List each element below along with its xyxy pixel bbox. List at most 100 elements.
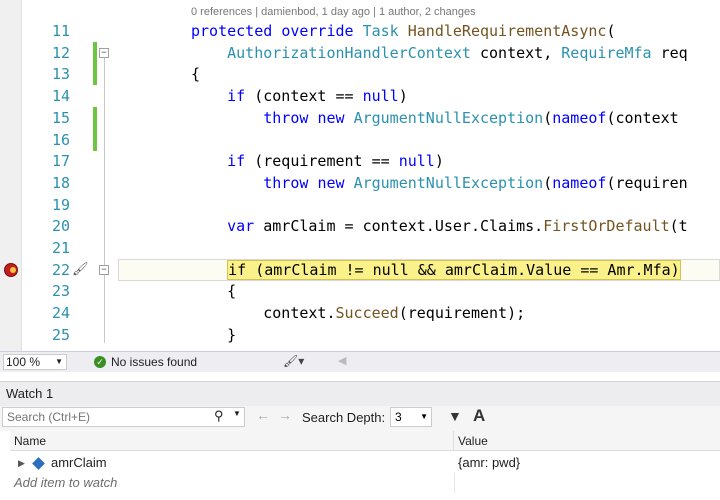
code-token: { [191,65,201,84]
code-line[interactable]: 22 − if (amrClaim != null && amrClaim.Val… [0,259,720,281]
code-token: override [281,22,354,40]
code-line[interactable]: 17 if (requirement == null) [0,150,720,172]
code-token: ( [606,22,616,40]
scroll-left-arrow-icon[interactable]: ◀ [338,354,346,367]
code-token: Task [362,22,399,40]
watch-search-input[interactable] [2,407,245,427]
issues-status[interactable]: No issues found [111,355,197,369]
code-text[interactable]: throw new ArgumentNullException(nameof(c… [191,107,679,129]
watch-grid: Name Value ▶ amrClaim {amr: pwd} Add ite… [0,431,720,500]
code-token: FirstOrDefault [543,217,670,236]
codelens-info[interactable]: 0 references | damienbod, 1 day ago | 1 … [191,6,476,18]
chevron-down-icon: ▼ [55,357,63,366]
code-line[interactable]: 24 context.Succeed(requirement); [0,302,720,324]
watch-toolbar: ⚲ ▼ ← → Search Depth: 3 ▼ ▼ A [0,406,720,429]
code-token: context. [191,304,336,323]
breakpoint-current-statement-icon[interactable] [4,263,18,277]
code-line[interactable]: 19 [0,194,720,216]
watch-title-bar[interactable]: Watch 1 [0,381,720,406]
code-text[interactable]: var amrClaim = context.User.Claims.First… [191,215,688,237]
line-number: 23 [51,282,70,301]
code-text[interactable]: if (requirement == null) [191,150,444,172]
watch-variable-value[interactable]: {amr: pwd} [458,453,520,473]
code-token: (t [669,217,688,236]
code-token: (requiren [606,173,688,192]
add-item-placeholder[interactable]: Add item to watch [14,473,117,493]
code-text[interactable]: } [191,324,236,346]
filter-icon[interactable]: ▼ [448,408,462,424]
code-token: protected [191,22,273,40]
column-header-value[interactable]: Value [454,431,720,451]
code-token: { [191,282,237,301]
code-text[interactable]: { [191,63,200,85]
line-number: 25 [51,325,70,344]
code-token: HandleRequirementAsync [407,22,607,40]
expand-arrow-icon[interactable]: ▶ [18,453,25,473]
code-text[interactable]: throw new ArgumentNullException(nameof(r… [191,172,688,194]
zoom-level-select[interactable]: 100 % ▼ [3,354,67,370]
code-text[interactable]: protected override Task HandleRequiremen… [191,20,615,42]
code-line[interactable]: 21 [0,237,720,259]
code-token: RequireMfa [561,43,652,62]
line-number: 19 [51,195,70,214]
watch-variable-name[interactable]: amrClaim [51,453,107,473]
column-header-name[interactable]: Name [10,431,454,451]
code-text[interactable]: { [191,280,236,302]
code-token: ) [398,87,408,106]
code-line[interactable]: 20 var amrClaim = context.User.Claims.Fi… [0,215,720,237]
code-text[interactable]: AuthorizationHandlerContext context, Req… [191,42,688,64]
code-line[interactable]: 16 [0,128,720,151]
line-number: 18 [51,173,70,192]
search-depth-select[interactable]: 3 ▼ [390,407,432,427]
collapse-icon[interactable]: − [99,47,109,58]
watch-title: Watch 1 [6,386,54,401]
line-number: 15 [51,108,70,127]
code-token: Succeed [335,304,399,323]
search-back-arrow-icon[interactable]: ← [256,407,270,423]
quick-actions-icon[interactable]: 🖌 [72,261,89,277]
code-line[interactable]: 23 { [0,280,720,302]
code-line[interactable]: 18 throw new ArgumentNullException(nameo… [0,172,720,194]
code-token: (context == [245,87,363,106]
add-watch-row[interactable]: Add item to watch [0,473,720,493]
collapse-icon[interactable]: − [99,264,109,275]
code-text[interactable]: if (context == null) [191,85,408,107]
font-style-icon[interactable]: A [473,406,485,426]
watch-row[interactable]: ▶ amrClaim {amr: pwd} [0,453,720,493]
chevron-down-icon[interactable]: ▼ [233,409,241,418]
code-line[interactable]: 14 if (context == null) [0,85,720,107]
code-token: AuthorizationHandlerContext [227,43,471,62]
code-editor[interactable]: 0 references | damienbod, 1 day ago | 1 … [0,0,720,351]
search-depth-label: Search Depth: [302,410,386,425]
code-token: if [227,152,246,171]
code-token: var [227,217,255,236]
search-forward-arrow-icon[interactable]: → [278,407,292,423]
search-icon[interactable]: ⚲ [214,408,224,424]
code-token: ) [434,152,444,171]
code-cleanup-icon[interactable]: 🖌▾ [283,354,304,368]
watch-window: Watch 1 ⚲ ▼ ← → Search Depth: 3 ▼ ▼ A Na… [0,372,720,500]
code-token: (context [606,108,679,127]
check-circle-icon: ✓ [94,356,106,368]
code-line[interactable]: 15 throw new ArgumentNullException(nameo… [0,106,720,129]
code-line[interactable]: 12 − AuthorizationHandlerContext context,… [0,41,720,64]
line-number: 22 [51,260,70,279]
code-text[interactable]: if (amrClaim != null && amrClaim.Value =… [191,259,681,281]
line-number: 16 [51,130,70,149]
line-number: 17 [51,152,70,171]
code-line[interactable]: 13 { [0,63,720,86]
code-token: } [191,325,237,344]
code-text[interactable]: context.Succeed(requirement); [191,302,525,324]
code-line[interactable]: 25 } [0,324,720,346]
code-line[interactable]: 11 protected override Task HandleRequirem… [0,20,720,42]
line-number: 13 [51,65,70,84]
line-number: 12 [51,43,70,62]
